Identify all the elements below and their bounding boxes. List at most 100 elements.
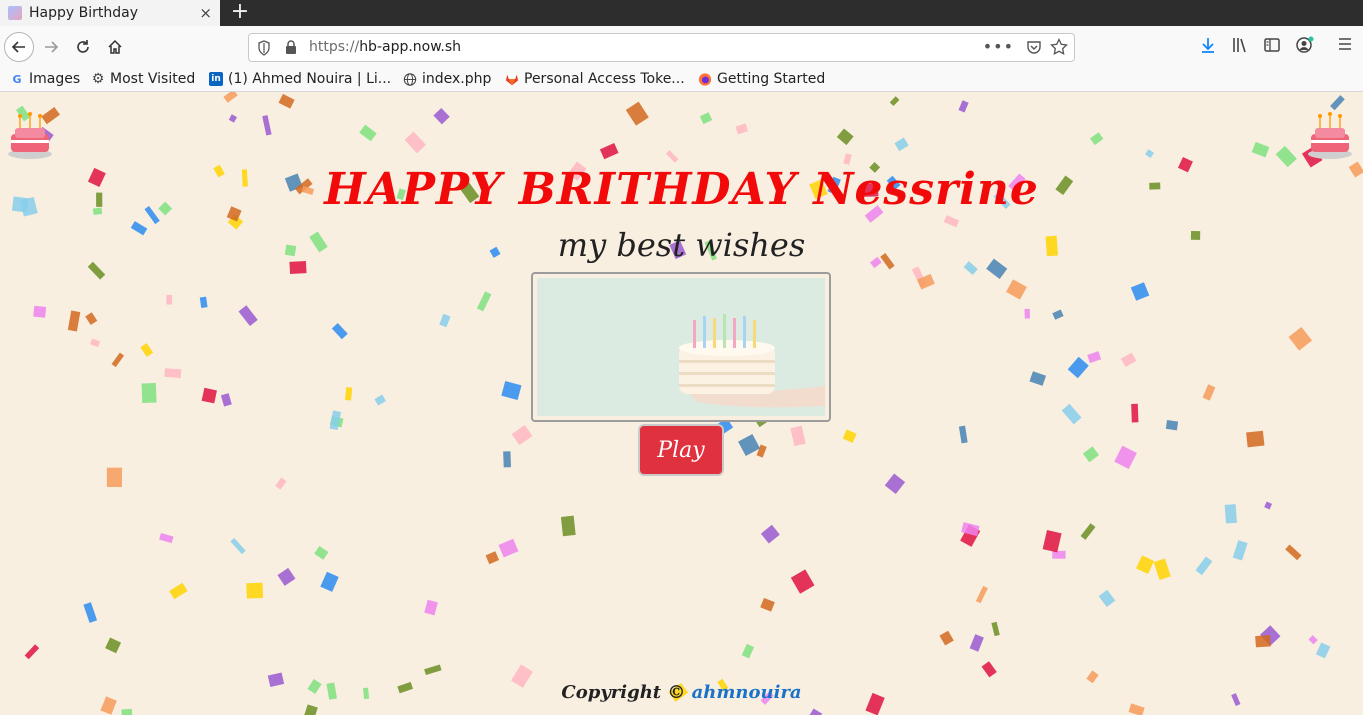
confetti-piece [230,537,246,555]
confetti-piece [1145,149,1154,159]
confetti-piece [1128,703,1145,715]
confetti-piece [1052,309,1064,320]
confetti-piece [1251,141,1270,158]
confetti-piece [314,546,329,560]
confetti-piece [1165,420,1179,431]
account-icon[interactable] [1295,36,1315,54]
bookmark-getting-started[interactable]: Getting Started [698,69,825,89]
library-icon[interactable] [1231,36,1249,54]
page-content: HAPPY BRITHDAY Nessrine my best wishes P… [0,92,1363,715]
confetti-piece [958,425,968,444]
pocket-icon[interactable] [1026,39,1042,55]
shield-icon[interactable] [257,40,271,56]
confetti-piece [424,664,442,676]
tab-favicon-icon [8,6,22,20]
arrow-right-icon [45,41,59,53]
confetti-piece [699,112,713,125]
confetti-piece [836,128,854,146]
bookmark-label: Images [29,71,81,87]
reload-button[interactable] [69,33,97,61]
confetti-piece [958,100,969,113]
confetti-piece [111,352,125,368]
page-actions-menu-icon[interactable]: ••• [983,37,1014,56]
confetti-piece [301,704,318,715]
confetti-piece [1330,95,1345,111]
bookmark-personal-access-tokens[interactable]: Personal Access Toke... [505,69,685,89]
confetti-piece [1224,504,1237,524]
confetti-piece [24,644,40,660]
google-icon: G [12,72,22,86]
tab-close-icon[interactable]: × [199,4,212,22]
sidebar-icon[interactable] [1263,36,1281,54]
confetti-piece [1202,384,1216,401]
copyright-footer: Copyright © ahmnouira [0,682,1363,703]
confetti-piece [981,661,997,678]
confetti-piece [1136,555,1155,574]
confetti-piece [121,708,133,715]
bookmark-images[interactable]: G Images [10,69,80,89]
arrow-left-icon [11,41,25,53]
confetti-piece [404,131,427,154]
confetti-piece [105,637,122,654]
confetti-piece [246,582,264,599]
confetti-piece [83,602,98,623]
globe-icon [403,72,417,86]
confetti-piece [560,515,576,537]
bookmark-index-php[interactable]: index.php [403,69,491,89]
confetti-piece [1308,635,1318,645]
confetti-piece [1061,403,1082,425]
confetti-piece [1130,282,1150,301]
confetti-piece [1067,356,1089,379]
confetti-piece [884,473,906,495]
back-button[interactable] [4,32,34,62]
confetti-piece [140,343,154,357]
confetti-piece [374,394,386,406]
confetti-piece [939,630,954,646]
hamburger-menu-icon[interactable] [1337,36,1353,52]
confetti-piece [433,107,450,125]
confetti-piece [1315,642,1331,659]
confetti-piece [1255,635,1271,648]
cake-photo [537,278,825,416]
bookmark-most-visited[interactable]: ⚙ Most Visited [91,69,196,89]
address-bar[interactable]: https://hb-app.now.sh ••• [248,33,1075,62]
download-icon[interactable] [1199,36,1217,54]
forward-button[interactable] [37,33,65,61]
confetti-piece [1090,132,1104,146]
bookmark-label: (1) Ahmed Nouira | Li... [228,71,392,87]
bookmark-star-icon[interactable] [1050,38,1068,56]
confetti-piece [1120,352,1137,368]
confetti-piece [320,571,339,592]
new-tab-button[interactable]: + [229,0,251,26]
confetti-piece [262,115,272,136]
confetti-piece [345,387,353,401]
confetti-piece [1087,351,1102,364]
confetti-piece [803,708,823,715]
confetti-piece [1153,558,1171,581]
confetti-piece [741,643,755,659]
confetti-piece [511,425,533,446]
tab-happy-birthday[interactable]: Happy Birthday × [0,0,220,26]
confetti-piece [625,101,649,126]
confetti-piece [1232,540,1248,561]
bookmarks-toolbar: G Images ⚙ Most Visited in (1) Ahmed Nou… [0,67,1363,92]
play-button[interactable]: Play [638,424,724,476]
confetti-piece [106,467,122,488]
confetti-piece [1288,326,1313,351]
confetti-piece [1029,371,1047,386]
confetti-piece [201,387,217,404]
linkedin-icon: in [209,72,223,86]
confetti-piece [1052,550,1066,559]
lock-icon[interactable] [285,40,297,55]
bookmark-linkedin[interactable]: in (1) Ahmed Nouira | Li... [209,69,391,89]
confetti-piece [485,551,500,565]
url-text[interactable]: https://hb-app.now.sh [309,39,461,55]
author-link[interactable]: ahmnouira [692,682,802,703]
home-button[interactable] [101,33,129,61]
cake-photo-frame [531,272,831,422]
tab-strip: Happy Birthday × + [0,0,1363,26]
bookmark-label: Getting Started [717,71,826,87]
confetti-piece [439,313,451,328]
confetti-piece [894,137,909,152]
confetti-piece [87,261,106,280]
